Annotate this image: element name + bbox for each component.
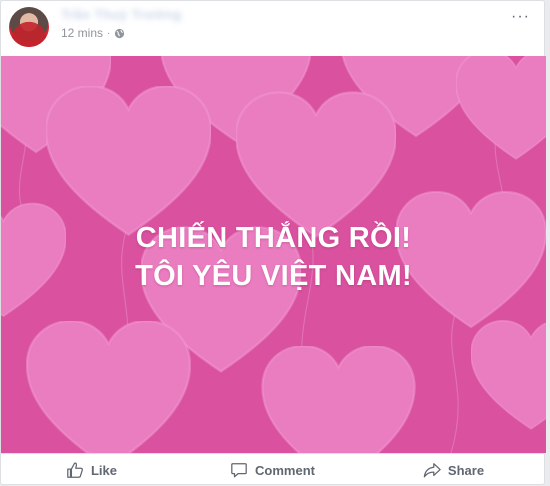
- comment-button[interactable]: Comment: [182, 454, 363, 486]
- thumbs-up-icon: [67, 462, 83, 478]
- share-icon: [423, 463, 441, 478]
- post-timestamp[interactable]: 12 mins: [61, 26, 103, 40]
- banner-line-2: TÔI YÊU VIỆT NAM!: [135, 260, 412, 292]
- post-header: Trần Thuỳ Trường 12 mins · ···: [1, 1, 544, 56]
- like-button[interactable]: Like: [1, 454, 182, 486]
- avatar-image: [9, 7, 49, 47]
- post-image[interactable]: CHIẾN THẮNG RỒI! TÔI YÊU VIỆT NAM!: [1, 56, 546, 453]
- facebook-post: Trần Thuỳ Trường 12 mins · ··· CHIẾN THẮ…: [0, 0, 546, 486]
- post-actions: Like Comment Share: [1, 453, 544, 486]
- banner-line-1: CHIẾN THẮNG RỒI!: [135, 222, 412, 254]
- share-label: Share: [447, 462, 485, 478]
- comment-label: Comment: [255, 462, 315, 478]
- comment-icon: [231, 463, 247, 478]
- avatar[interactable]: [9, 7, 49, 47]
- globe-icon[interactable]: [114, 28, 125, 39]
- share-button[interactable]: Share: [363, 454, 544, 486]
- like-label: Like: [90, 462, 117, 478]
- post-banner-text: CHIẾN THẮNG RỒI! TÔI YÊU VIỆT NAM!: [1, 219, 546, 295]
- post-meta: 12 mins ·: [61, 26, 125, 40]
- meta-separator: ·: [107, 27, 111, 39]
- author-name[interactable]: Trần Thuỳ Trường: [61, 7, 182, 22]
- more-options-icon[interactable]: ···: [511, 9, 530, 25]
